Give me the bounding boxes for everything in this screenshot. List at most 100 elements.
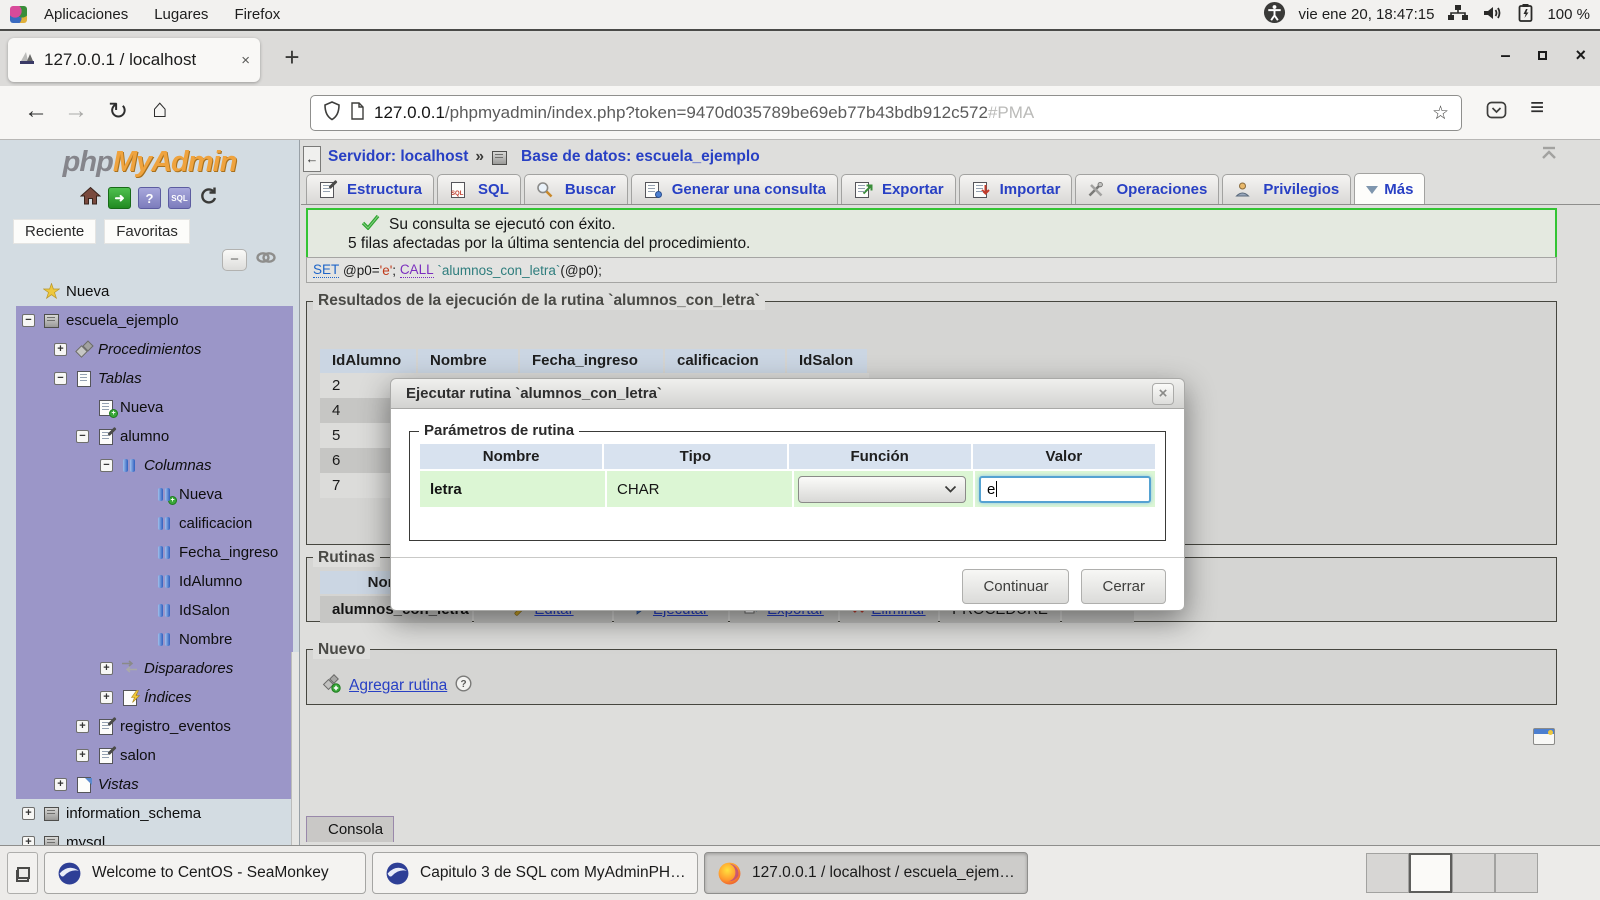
tree-item-nueva[interactable]: +Nueva <box>16 393 293 422</box>
tab-operaciones[interactable]: Operaciones <box>1075 174 1219 204</box>
tree-item-columnas[interactable]: −Columnas <box>16 451 293 480</box>
menu-lugares[interactable]: Lugares <box>141 6 221 23</box>
back-button[interactable]: ← <box>24 97 48 125</box>
new-window-icon[interactable] <box>1533 728 1555 745</box>
link-panel-icon[interactable] <box>255 251 277 269</box>
column-header[interactable]: Fecha_ingreso <box>520 349 663 373</box>
logout-icon[interactable]: ➜ <box>108 187 131 209</box>
workspace-2[interactable] <box>1409 853 1452 893</box>
tree-expander-icon[interactable]: + <box>54 343 67 356</box>
clock[interactable]: vie ene 20, 18:47:15 <box>1299 6 1435 23</box>
taskbar-task[interactable]: Capitulo 3 de SQL com MyAdminPH… <box>372 852 698 894</box>
tab-generar-una-consulta[interactable]: Generar una consulta <box>631 174 838 204</box>
tree-item-information-schema[interactable]: +information_schema <box>16 799 293 828</box>
sidebar-scrollbar[interactable] <box>291 652 299 845</box>
tab-estructura[interactable]: Estructura <box>306 174 434 204</box>
tab-exportar[interactable]: Exportar <box>841 174 956 204</box>
tab-importar[interactable]: Importar <box>959 174 1073 204</box>
value-input[interactable]: e <box>979 476 1151 503</box>
tree-expander-icon[interactable]: + <box>76 749 89 762</box>
taskbar-task[interactable]: Welcome to CentOS - SeaMonkey <box>44 852 366 894</box>
tree-expander-icon[interactable]: + <box>22 836 35 845</box>
dialog-close-icon[interactable]: × <box>1152 383 1174 405</box>
collapse-all-button[interactable]: − <box>222 249 247 271</box>
sql-window-icon[interactable]: SQL <box>168 187 191 209</box>
breadcrumb-database[interactable]: Base de datos: escuela_ejemplo <box>521 148 760 166</box>
tree-item-escuela-ejemplo[interactable]: −escuela_ejemplo <box>16 306 293 335</box>
tree-item-idalumno[interactable]: IdAlumno <box>16 567 293 596</box>
tree-expander-icon[interactable]: + <box>22 807 35 820</box>
function-select[interactable] <box>798 476 966 503</box>
network-icon[interactable] <box>1447 4 1469 26</box>
forward-button[interactable]: → <box>64 97 88 125</box>
tab-buscar[interactable]: Buscar <box>524 174 628 204</box>
help-icon[interactable]: ? <box>138 187 161 209</box>
tree-expander-icon[interactable]: + <box>76 720 89 733</box>
workspace-3[interactable] <box>1452 853 1495 893</box>
column-header[interactable]: IdSalon <box>787 349 867 373</box>
breadcrumb-back-button[interactable]: ← <box>303 146 321 172</box>
reload-button[interactable]: ↻ <box>108 97 128 126</box>
workspace-4[interactable] <box>1495 853 1538 893</box>
tree-expander-icon[interactable]: + <box>54 778 67 791</box>
tree-expander-icon[interactable]: + <box>100 662 113 675</box>
tree-item-procedimientos[interactable]: +Procedimientos <box>16 335 293 364</box>
close-button-dialog[interactable]: Cerrar <box>1081 569 1166 604</box>
refresh-icon[interactable] <box>198 186 219 210</box>
favorites-button[interactable]: Favoritas <box>105 220 189 243</box>
tree-item-vistas[interactable]: +Vistas <box>16 770 293 799</box>
tree-expander-icon[interactable]: − <box>100 459 113 472</box>
tree-item-nombre[interactable]: Nombre <box>16 625 293 654</box>
bookmark-star-icon[interactable]: ☆ <box>1432 102 1449 125</box>
menu-icon[interactable]: ≡ <box>1530 94 1544 122</box>
distro-logo-icon[interactable] <box>10 6 27 23</box>
column-header[interactable]: Nombre <box>418 349 518 373</box>
close-button[interactable]: × <box>1575 45 1586 66</box>
breadcrumb-server[interactable]: Servidor: localhost <box>328 148 468 166</box>
console-toggle[interactable]: Consola <box>306 816 394 842</box>
menu-aplicaciones[interactable]: Aplicaciones <box>31 6 141 23</box>
tree-item-idsalon[interactable]: IdSalon <box>16 596 293 625</box>
tree-expander-icon[interactable]: − <box>76 430 89 443</box>
maximize-button[interactable] <box>1538 51 1547 60</box>
tree-item-calificacion[interactable]: calificacion <box>16 509 293 538</box>
tree-expander-icon[interactable]: − <box>22 314 35 327</box>
dialog-titlebar[interactable]: Ejecutar rutina `alumnos_con_letra` × <box>390 378 1185 409</box>
workspace-1[interactable] <box>1366 853 1409 893</box>
tree-item-disparadores[interactable]: +Disparadores <box>16 654 293 683</box>
tree-item-salon[interactable]: +salon <box>16 741 293 770</box>
home-button[interactable]: ⌂ <box>152 93 168 124</box>
battery-icon[interactable] <box>1517 3 1534 27</box>
accessibility-icon[interactable] <box>1263 1 1286 28</box>
tab-privilegios[interactable]: Privilegios <box>1222 174 1351 204</box>
tree-item-mysql[interactable]: +mysql <box>16 828 293 845</box>
continue-button[interactable]: Continuar <box>962 569 1069 604</box>
tab-sql[interactable]: SQLSQL <box>437 174 521 204</box>
help-badge-icon[interactable]: ? <box>455 675 472 697</box>
url-bar[interactable]: 127.0.0.1/phpmyadmin/index.php?token=947… <box>310 95 1462 131</box>
volume-icon[interactable] <box>1482 4 1504 26</box>
collapse-panel-icon[interactable] <box>1541 146 1557 165</box>
tab-más[interactable]: Más <box>1354 173 1425 204</box>
tree-expander-icon[interactable]: − <box>54 372 67 385</box>
tree-item-nueva[interactable]: +Nueva <box>16 480 293 509</box>
taskbar-task[interactable]: 127.0.0.1 / localhost / escuela_ejem… <box>704 852 1028 894</box>
tab-close-icon[interactable]: × <box>241 52 250 69</box>
page-info-icon[interactable] <box>350 102 365 125</box>
tree-item--ndices[interactable]: +Índices <box>16 683 293 712</box>
column-header[interactable]: calificacion <box>665 349 785 373</box>
minimize-button[interactable]: – <box>1500 45 1510 66</box>
menu-firefox[interactable]: Firefox <box>221 6 293 23</box>
phpmyadmin-logo[interactable]: phpMyAdmin <box>0 146 299 179</box>
tree-item-nueva[interactable]: Nueva <box>16 277 293 306</box>
tree-expander-icon[interactable]: + <box>100 691 113 704</box>
tree-item-registro-eventos[interactable]: +registro_eventos <box>16 712 293 741</box>
pocket-icon[interactable] <box>1486 101 1507 124</box>
new-tab-button[interactable]: + <box>276 42 308 73</box>
show-desktop-button[interactable] <box>7 852 38 894</box>
add-routine-link[interactable]: Agregar rutina <box>349 677 447 695</box>
tree-item-tablas[interactable]: −Tablas <box>16 364 293 393</box>
column-header[interactable]: IdAlumno <box>320 349 416 373</box>
home-icon[interactable] <box>80 186 101 210</box>
browser-tab[interactable]: 127.0.0.1 / localhost × <box>8 38 260 82</box>
